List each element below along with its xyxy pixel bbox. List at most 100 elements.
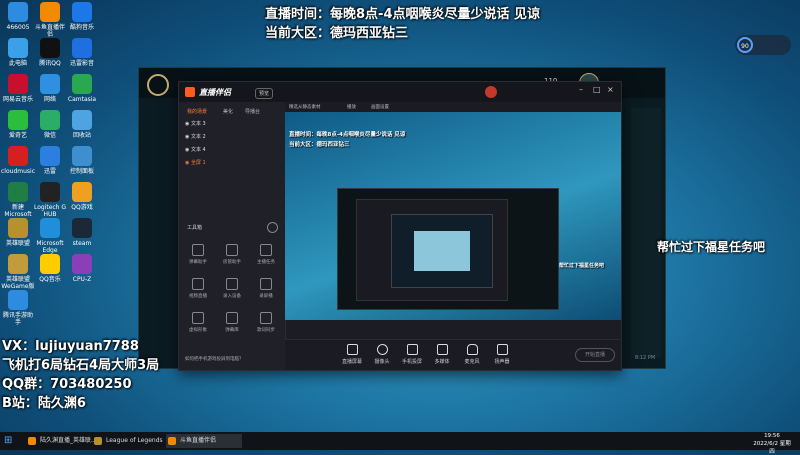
desktop-icon-label: 英雄联盟 WeGame版 [1, 276, 35, 290]
tab-director[interactable]: 导播台 [245, 108, 260, 115]
app-title: 直播伴侣 [199, 88, 231, 97]
desktop-icon[interactable]: 腾讯手游助手 [1, 290, 35, 326]
close-icon[interactable]: × [607, 85, 614, 94]
app-icon [8, 74, 28, 94]
tool-danmu[interactable]: 弹幕助手 [183, 244, 213, 265]
tool-icon [260, 312, 272, 324]
tool-lyrics[interactable]: 歌词同步 [251, 312, 281, 333]
eye-icon: ◉ [185, 134, 190, 140]
tool-icon [260, 278, 272, 290]
network-speed-widget[interactable]: 90 [735, 35, 791, 55]
camera-button[interactable]: 摄像头 [369, 344, 395, 365]
app-icon [40, 38, 60, 58]
scene-item[interactable]: ◉ 文本 2 [185, 133, 280, 143]
tool-icon [226, 312, 238, 324]
phone-icon [406, 344, 418, 355]
desktop-icon[interactable]: 斗鱼直播伴侣 [33, 2, 67, 38]
overlay-right-message: 帮忙过下福星任务吧 [657, 240, 766, 254]
desktop-icon[interactable]: 网易云音乐 [1, 74, 35, 103]
taskbar-item-douyu-web[interactable]: 陆久渊直播_英雄联... [26, 434, 102, 448]
phone-cast-button[interactable]: 手机投屏 [399, 344, 425, 365]
desktop-icon[interactable]: QQ游戏 [65, 182, 99, 211]
scene-item-active[interactable]: ◉ 全屏 1 [185, 159, 280, 169]
toolbox-settings-icon[interactable] [267, 222, 278, 233]
app-icon [8, 182, 28, 202]
desktop-icon[interactable]: 回收站 [65, 110, 99, 139]
tool-tasks[interactable]: 主播任务 [251, 244, 281, 265]
desktop-icon[interactable]: cloudmusic [1, 146, 35, 175]
desktop-icon[interactable]: Camtasia [65, 74, 99, 103]
clock-date: 2022/6/2 星期四 [753, 441, 791, 455]
desktop-icon[interactable]: Microsoft Edge [33, 218, 67, 254]
minimize-icon[interactable]: – [579, 85, 583, 94]
desktop-icon-label: CPU-Z [72, 276, 92, 283]
livestream-app-window[interactable]: 直播伴侣 预览 – □ × 我的场景 美化 导播台 ◉ 文本 3 ◉ 文本 2 … [178, 81, 622, 371]
desktop-icon[interactable]: 此电脑 [1, 38, 35, 67]
microphone-icon [466, 344, 478, 355]
start-stream-button[interactable]: 开始直播 [575, 348, 615, 362]
overlay-region: 当前大区：德玛西亚钻三 [265, 26, 409, 41]
desktop-icon[interactable]: CPU-Z [65, 254, 99, 283]
app-icon [72, 254, 92, 274]
monitor-icon [346, 344, 358, 355]
camera-icon [376, 344, 388, 355]
desktop-icon[interactable]: 迅雷影音 [65, 38, 99, 67]
desktop-icon[interactable]: Logitech G HUB [33, 182, 67, 218]
app-icon [8, 218, 28, 238]
preview-tab-settings[interactable]: 画面设置 [371, 104, 389, 110]
toolbox-header: 工具箱 [187, 225, 203, 231]
desktop-icon-label: 微信 [43, 132, 56, 139]
taskbar-clock[interactable]: 19:56 2022/6/2 星期四 [752, 433, 792, 455]
screen-capture-button[interactable]: 直播屏幕 [339, 344, 365, 365]
windows-start-icon[interactable]: ⊞ [4, 435, 12, 446]
desktop-icon-label: 回收站 [72, 132, 91, 139]
desktop-icon[interactable]: 英雄联盟 [1, 218, 35, 247]
tool-danmu-lib[interactable]: 弹幕库 [217, 312, 247, 333]
desktop-icon[interactable]: 网络 [33, 74, 67, 103]
tab-my-scenes[interactable]: 我的场景 [187, 108, 207, 115]
desktop-icon[interactable]: 控制面板 [65, 146, 99, 175]
overlay-rank: 飞机打6局钻石4局大师3局 [2, 358, 160, 373]
desktop-icon[interactable]: QQ音乐 [33, 254, 67, 283]
speaker-icon [496, 344, 508, 355]
desktop-icon[interactable]: 爱奇艺 [1, 110, 35, 139]
desktop-icon[interactable]: 微信 [33, 110, 67, 139]
tool-room-admin[interactable]: 房管助手 [217, 244, 247, 265]
desktop-icon-label: 酷狗音乐 [69, 24, 94, 31]
scene-item[interactable]: ◉ 文本 4 [185, 146, 280, 156]
scene-item[interactable]: ◉ 文本 3 [185, 120, 280, 130]
version-badge[interactable]: 预览 [255, 88, 274, 99]
phone-cast-hint[interactable]: 如何把手机游戏投屏到电脑？ [185, 356, 277, 366]
desktop-icon-label: 网易云音乐 [2, 96, 33, 103]
desktop-icon[interactable]: 腾讯QQ [33, 38, 67, 67]
tab-beautify[interactable]: 美化 [223, 108, 233, 115]
douyu-icon [28, 437, 36, 445]
app-icon [72, 110, 92, 130]
stream-preview[interactable]: 直播时间：每晚8点-4点咽喉炎尽量少说话 见谅 当前大区：德玛西亚钻三 帮忙过下… [285, 112, 621, 320]
speaker-button[interactable]: 扬声器 [489, 344, 515, 365]
multimedia-button[interactable]: 多媒体 [429, 344, 455, 365]
app-icon [40, 182, 60, 202]
maximize-icon[interactable]: □ [593, 85, 601, 94]
microphone-button[interactable]: 麦克风 [459, 344, 485, 365]
desktop-icon[interactable]: steam [65, 218, 99, 247]
preview-tab-play[interactable]: 播放 [347, 104, 356, 110]
taskbar-item-league[interactable]: League of Legends [92, 434, 176, 448]
tool-icon [192, 278, 204, 290]
taskbar-item-douyu-app[interactable]: 斗鱼直播伴侣 [166, 434, 242, 448]
desktop-icon[interactable]: 迅雷 [33, 146, 67, 175]
tool-icon [226, 244, 238, 256]
tool-input-device[interactable]: 录入设备 [217, 278, 247, 299]
user-avatar[interactable] [485, 86, 497, 98]
preview-tab-material[interactable]: 精选从静态素材 [289, 104, 321, 110]
desktop-icon[interactable]: 酷狗音乐 [65, 2, 99, 31]
tool-record[interactable]: 录屏播 [251, 278, 281, 299]
desktop-icon-label: 控制面板 [69, 168, 94, 175]
desktop-icon[interactable]: 英雄联盟 WeGame版 [1, 254, 35, 290]
tool-video[interactable]: 视频直播 [183, 278, 213, 299]
app-icon [40, 110, 60, 130]
app-icon [8, 290, 28, 310]
desktop-icon[interactable]: 466005 [1, 2, 35, 31]
app-icon [72, 182, 92, 202]
tool-avatar[interactable]: 虚拟形象 [183, 312, 213, 333]
